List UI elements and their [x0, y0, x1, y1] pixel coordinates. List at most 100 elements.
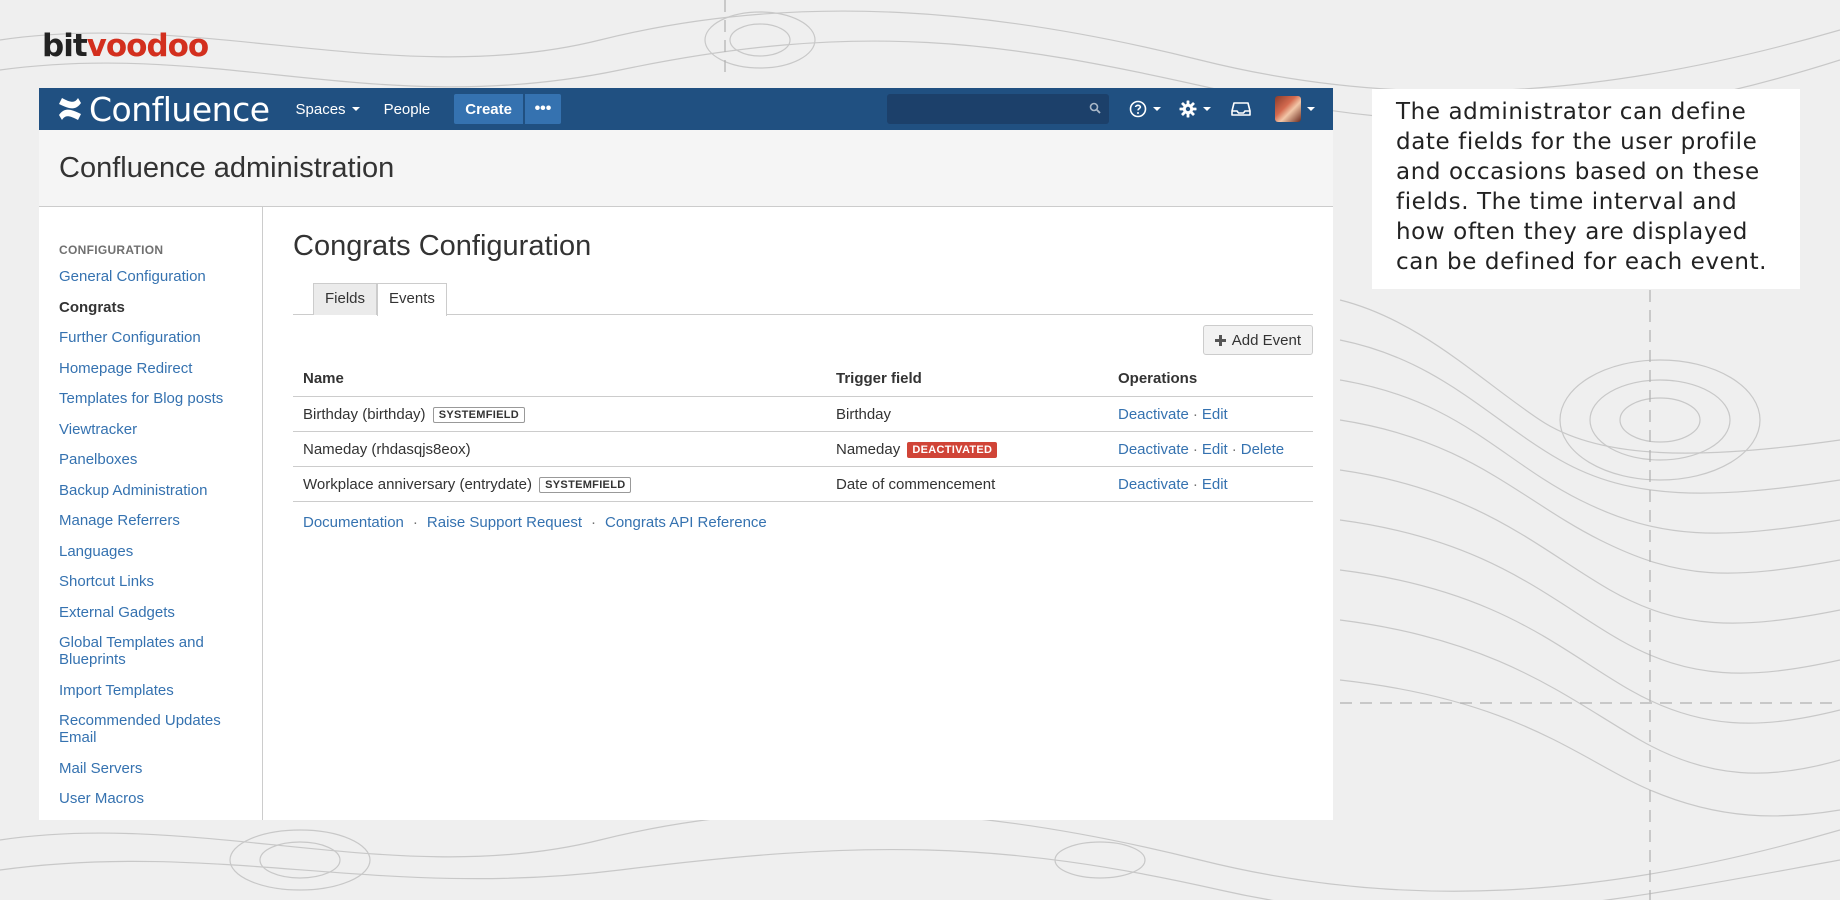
settings-icon-wrap [1179, 100, 1211, 118]
trigger-field: Birthday [836, 405, 892, 423]
logo-text-bit: bit [42, 28, 88, 64]
add-event-label: Add Event [1231, 331, 1301, 349]
operations-cell: Deactivate · Edit [1108, 466, 1313, 502]
callout-text: The administrator can define date fields… [1396, 99, 1768, 275]
gear-icon [1179, 100, 1197, 118]
sidebar-item-general-configuration[interactable]: General Configuration [59, 268, 262, 285]
chevron-down-icon [1307, 107, 1315, 111]
settings-menu[interactable] [1179, 88, 1211, 130]
sidebar-list: General Configuration Congrats Further C… [59, 268, 262, 807]
event-name-cell: Workplace anniversary (entrydate) SYSTEM… [293, 466, 826, 502]
event-name: Birthday (birthday) [303, 405, 426, 423]
congrats-api-reference-link[interactable]: Congrats API Reference [605, 514, 767, 531]
page-title: Confluence administration [59, 151, 395, 184]
help-menu[interactable] [1129, 88, 1161, 130]
table-header-row: Name Trigger field Operations [293, 361, 1313, 397]
help-icon [1129, 100, 1147, 118]
sidebar-item-languages[interactable]: Languages [59, 543, 262, 560]
event-name-cell: Nameday (rhdasqjs8eox) [293, 431, 826, 467]
sidebar-item-mail-servers[interactable]: Mail Servers [59, 760, 262, 777]
create-button[interactable]: Create [454, 94, 523, 124]
confluence-logo-icon [59, 98, 81, 120]
trigger-field-cell: Nameday DEACTIVATED [826, 431, 1108, 467]
footer-separator: · [591, 514, 596, 531]
sidebar-item-shortcut-links[interactable]: Shortcut Links [59, 573, 262, 590]
tab-events[interactable]: Events [377, 283, 447, 316]
search-icon [1089, 102, 1101, 114]
op-separator: · [1192, 440, 1198, 458]
chevron-down-icon [1203, 107, 1211, 111]
operations-cell: Deactivate · Edit · Delete [1108, 431, 1313, 467]
people-label: People [383, 100, 431, 118]
sidebar-item-backup-administration[interactable]: Backup Administration [59, 482, 262, 499]
search-box [887, 94, 1109, 124]
column-header-name: Name [293, 361, 826, 397]
events-toolbar: Add Event [293, 325, 1313, 355]
feature-description-callout: The administrator can define date fields… [1372, 89, 1800, 289]
operations-cell: Deactivate · Edit [1108, 396, 1313, 432]
sidebar-item-viewtracker[interactable]: Viewtracker [59, 421, 262, 438]
sidebar-item-external-gadgets[interactable]: External Gadgets [59, 604, 262, 621]
edit-link[interactable]: Edit [1202, 441, 1228, 458]
op-separator: · [1192, 475, 1198, 493]
sidebar-item-manage-referrers[interactable]: Manage Referrers [59, 512, 262, 529]
sidebar-item-panelboxes[interactable]: Panelboxes [59, 451, 262, 468]
delete-link[interactable]: Delete [1241, 441, 1284, 458]
more-create-options-button[interactable]: ••• [524, 94, 561, 124]
trigger-field-cell: Date of commencement [826, 466, 1108, 502]
raise-support-request-link[interactable]: Raise Support Request [427, 514, 582, 531]
search-input[interactable] [887, 94, 1109, 124]
notifications-button[interactable] [1231, 88, 1251, 130]
chevron-down-icon [351, 107, 360, 111]
event-name-cell: Birthday (birthday) SYSTEMFIELD [293, 396, 826, 432]
user-menu[interactable] [1275, 88, 1315, 130]
avatar [1275, 96, 1301, 122]
top-navbar: Confluence Spaces People Create ••• [39, 88, 1333, 130]
edit-link[interactable]: Edit [1202, 476, 1228, 493]
inbox-icon [1231, 102, 1251, 116]
deactivate-link[interactable]: Deactivate [1118, 406, 1189, 423]
sidebar-item-congrats[interactable]: Congrats [59, 299, 262, 316]
events-table: Name Trigger field Operations Birthday (… [293, 361, 1313, 502]
sidebar-item-global-templates[interactable]: Global Templates and Blueprints [59, 634, 262, 668]
chevron-down-icon [1153, 107, 1161, 111]
logo-text-voodoo: voodoo [86, 28, 210, 64]
column-header-operations: Operations [1108, 361, 1313, 397]
sidebar-item-homepage-redirect[interactable]: Homepage Redirect [59, 360, 262, 377]
section-title: Congrats Configuration [293, 230, 592, 262]
status-badge: SYSTEMFIELD [539, 476, 632, 493]
sidebar-item-further-configuration[interactable]: Further Configuration [59, 329, 262, 346]
table-row: Workplace anniversary (entrydate) SYSTEM… [293, 466, 1313, 502]
tab-fields[interactable]: Fields [313, 283, 378, 315]
sidebar-item-templates-blog-posts[interactable]: Templates for Blog posts [59, 390, 262, 407]
trigger-field-cell: Birthday [826, 396, 1108, 432]
documentation-link[interactable]: Documentation [303, 514, 404, 531]
admin-sidebar: CONFIGURATION General Configuration Cong… [39, 207, 263, 820]
add-event-button[interactable]: Add Event [1202, 325, 1313, 355]
deactivate-link[interactable]: Deactivate [1118, 476, 1189, 493]
status-badge: DEACTIVATED [907, 441, 998, 458]
footer-separator: · [412, 514, 418, 531]
create-label: Create [465, 100, 512, 118]
table-row: Nameday (rhdasqjs8eox) Nameday DEACTIVAT… [293, 431, 1313, 467]
confluence-logo[interactable]: Confluence [57, 90, 270, 129]
footer-links: Documentation · Raise Support Request · Cong… [293, 502, 1313, 543]
sidebar-heading: CONFIGURATION [59, 243, 164, 257]
people-link[interactable]: People [372, 88, 443, 130]
confluence-window: Confluence Spaces People Create ••• Conf… [39, 88, 1333, 820]
bitvoodoo-logo: bitvoodoo [42, 28, 210, 64]
product-name: Confluence [89, 89, 270, 129]
main-panel: Congrats Configuration Fields Events Add… [263, 207, 1333, 820]
event-name: Nameday (rhdasqjs8eox) [303, 440, 471, 458]
sidebar-item-recommended-updates-email[interactable]: Recommended Updates Email [59, 712, 262, 746]
deactivate-link[interactable]: Deactivate [1118, 441, 1189, 458]
sidebar-item-user-macros[interactable]: User Macros [59, 790, 262, 807]
table-row: Birthday (birthday) SYSTEMFIELD Birthday… [293, 396, 1313, 432]
content-area: CONFIGURATION General Configuration Cong… [39, 207, 1333, 820]
edit-link[interactable]: Edit [1202, 406, 1228, 423]
spaces-menu[interactable]: Spaces [284, 88, 372, 130]
trigger-field: Date of commencement [836, 475, 996, 493]
status-badge: SYSTEMFIELD [432, 406, 526, 423]
sidebar-item-import-templates[interactable]: Import Templates [59, 682, 262, 699]
ellipsis-icon: ••• [534, 100, 552, 117]
